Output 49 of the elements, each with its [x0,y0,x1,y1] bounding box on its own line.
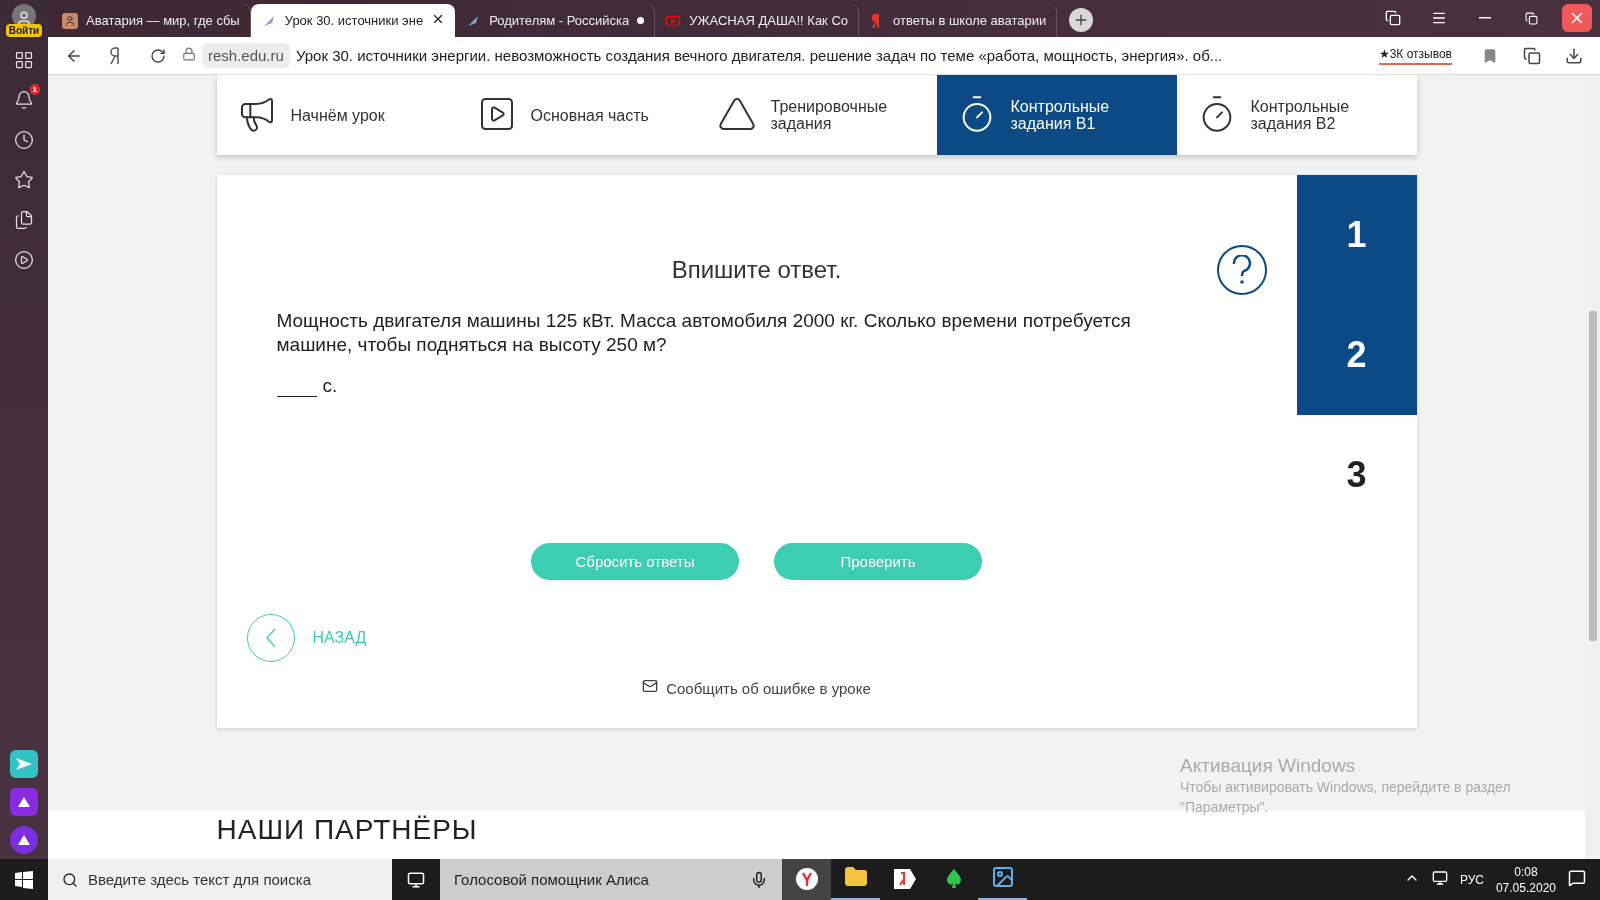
taskbar-search-field[interactable]: Введите здесь текст для поиска [48,859,392,900]
reload-icon [150,47,166,64]
taskbar-app[interactable] [782,859,831,900]
minimize-icon [1479,17,1491,19]
report-link[interactable]: Сообщить об ошибке в уроке [666,679,871,697]
close-button[interactable] [1562,4,1592,32]
avatar-icon [62,12,78,29]
partners-heading: НАШИ ПАРТНЁРЫ [216,814,479,846]
clock-time[interactable]: 0:08 [1514,863,1538,880]
page-title[interactable]: Урок 30. источники энергии. невозможность создания вечного двигателя. решение задач по теме «работа, мощность, энергия». об... [295,47,1359,64]
letter-icon [110,46,122,65]
triangle-app-icon[interactable] [10,788,38,816]
notification-badge: 1 [29,84,40,95]
assistant-bar[interactable]: Голосовой помощник Алиса [440,859,782,900]
search-icon [62,871,78,888]
browser-icon [794,866,819,891]
task-number[interactable]: 2 [1296,295,1417,415]
restore-icon [1524,11,1538,25]
reviews-link[interactable]: ★3К отзывов [1378,46,1452,65]
clock-date[interactable]: 07.05.2020 [1495,879,1556,896]
help-icon[interactable] [1216,245,1267,295]
address-domain[interactable]: resh.edu.ru [202,43,290,68]
instruction-title: Впишите ответ. [671,256,842,284]
language-indicator[interactable]: РУС [1459,872,1484,887]
download-icon [1565,46,1583,65]
menu-icon [1431,10,1447,26]
lesson-tab[interactable]: Контрольные задания В1 [936,75,1177,155]
tag-icon [891,866,918,891]
task-view-icon [407,870,425,889]
alice-icon[interactable] [10,826,38,854]
bell-icon[interactable] [14,90,34,110]
unit-label: с. [322,375,338,397]
activation-title: Активация Windows [1180,755,1357,777]
paper-plane-icon[interactable] [10,750,38,778]
lesson-tab[interactable]: Тренировочные задания [696,75,937,155]
question-text: Мощность двигателя машины 125 кВт. Масса автомобиля 2000 кг. Сколько времени потребуется машине, чтобы подняться на высоту 250 м? [276,309,1132,357]
bookmark-icon [1482,47,1498,64]
new-tab-button[interactable] [1069,8,1094,32]
chevron-left-icon [265,628,276,648]
microphone-icon [750,870,768,889]
lesson-tab[interactable]: Начнём урок [216,75,457,155]
activation-text: Чтобы активировать Windows, перейдите в раздел "Параметры". [1180,778,1512,817]
login-label[interactable]: Войти [5,24,43,37]
task-number[interactable]: 1 [1296,175,1417,295]
windows-icon [15,870,33,889]
browser-tab[interactable]: Урок 30. источники эне [250,4,456,37]
lesson-tab[interactable]: Контрольные задания В2 [1176,75,1417,155]
lesson-tab[interactable]: Основная часть [456,75,697,155]
assistant-label: Голосовой помощник Алиса [454,871,649,888]
